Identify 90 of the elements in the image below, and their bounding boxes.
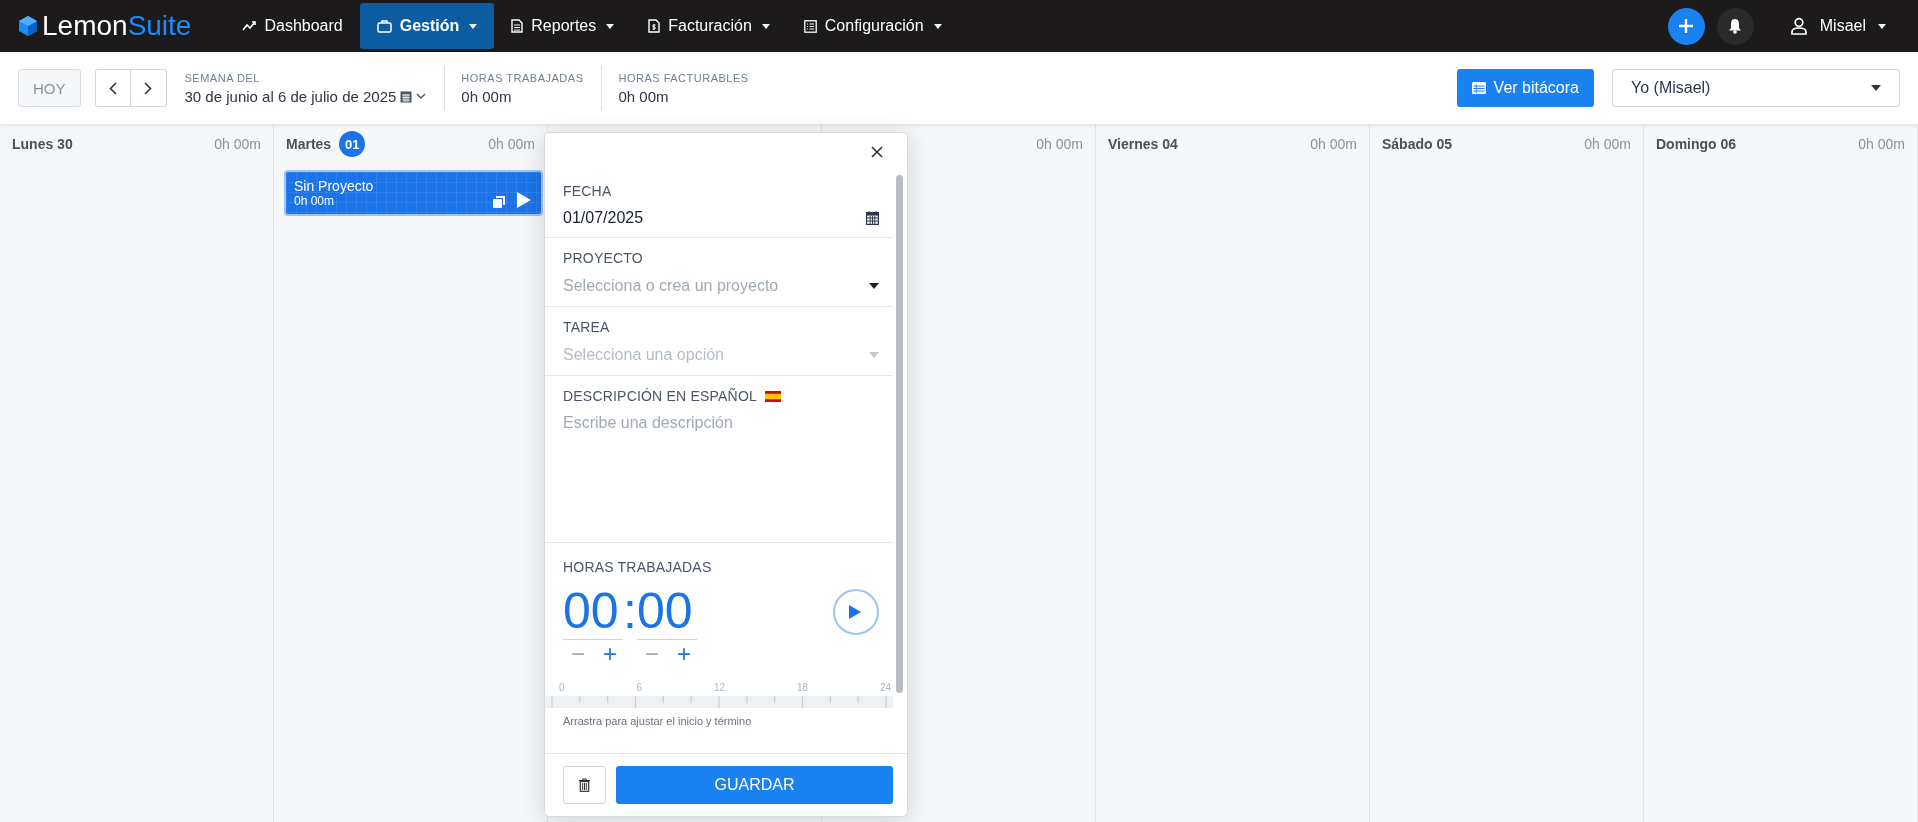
day-name: Sábado 05: [1382, 136, 1453, 152]
caret-icon: [606, 23, 615, 29]
week-picker[interactable]: 30 de junio al 6 de julio de 2025: [184, 87, 427, 105]
delete-button[interactable]: [563, 766, 606, 804]
select-field[interactable]: Selecciona o crea un proyecto: [563, 276, 893, 296]
calendar-icon: [400, 89, 413, 103]
day-total: 0h 00m: [1858, 136, 1905, 152]
chevron-down-icon: [416, 93, 427, 99]
next-week-button[interactable]: [130, 69, 167, 107]
day-name: Martes: [286, 136, 332, 152]
field-label: HORAS TRABAJADAS: [563, 559, 713, 575]
document-icon: [511, 19, 524, 33]
add-button[interactable]: [1667, 7, 1705, 45]
bell-icon: [1728, 18, 1743, 34]
chevron-left-icon: [108, 81, 117, 95]
timeline-tick-label: 18: [796, 682, 808, 693]
caret-icon: [933, 23, 942, 29]
trend-chart-icon: [242, 19, 257, 33]
trash-icon: [579, 778, 590, 792]
plus-icon: [1678, 18, 1695, 34]
day-total: 0h 00m: [1036, 136, 1083, 152]
minutes-value[interactable]: 00: [636, 583, 697, 640]
increment-button[interactable]: +: [599, 640, 622, 668]
time-separator: :: [623, 583, 637, 639]
day-total: 0h 00m: [1310, 136, 1357, 152]
field-label: DESCRIPCIÓN EN ESPAÑOL: [563, 388, 757, 404]
scrollbar[interactable]: [896, 175, 903, 693]
entry-title: Sin Proyecto: [294, 178, 375, 194]
stat-label: HORAS TRABAJADAS: [461, 71, 584, 84]
field-label: PROYECTO: [563, 250, 643, 266]
timeline-track-drawing[interactable]: [545, 696, 893, 708]
close-icon: [871, 146, 883, 158]
timeline-tick-label: 6: [636, 682, 642, 693]
copy-icon[interactable]: [493, 196, 505, 208]
stat-value: 0h 00m: [618, 87, 670, 105]
flag-icon: [764, 390, 781, 402]
user-menu[interactable]: Misael: [1783, 16, 1892, 36]
list-icon: [803, 19, 817, 33]
increment-button[interactable]: +: [672, 640, 695, 668]
date-field[interactable]: 01/07/2025: [563, 209, 893, 227]
invoice-icon: [648, 19, 661, 33]
notifications-button[interactable]: [1716, 7, 1754, 45]
caret-icon: [869, 283, 879, 289]
time-entry-card[interactable]: Sin Proyecto 0h 00m: [284, 170, 543, 216]
date-badge: 01: [339, 131, 366, 157]
chevron-right-icon: [144, 81, 152, 95]
decrement-button[interactable]: −: [640, 640, 663, 668]
today-button[interactable]: HOY: [18, 69, 81, 107]
timeline-hint: Arrastra para ajustar el inicio y término: [562, 715, 753, 727]
play-icon[interactable]: [517, 192, 531, 208]
caret-icon: [1878, 23, 1886, 29]
calendar-icon: [866, 211, 879, 225]
day-name: Domingo 06: [1656, 136, 1737, 152]
stat-value: 0h 00m: [461, 87, 513, 105]
timeline-tick-label: 0: [559, 682, 565, 693]
nav-menu-item[interactable]: Gestión: [359, 3, 495, 49]
logo-text-accent: Suite: [127, 10, 192, 42]
nav-menu-item[interactable]: Facturación: [631, 3, 787, 49]
caret-icon: [869, 352, 879, 358]
nav-menu-item[interactable]: Configuración: [786, 3, 959, 49]
hours-value[interactable]: 00: [563, 583, 623, 640]
entry-duration: 0h 00m: [294, 194, 336, 208]
timeline-tick-label: 24: [879, 682, 891, 693]
nav-menu-item[interactable]: Reportes: [494, 3, 632, 49]
field-label: TAREA: [563, 319, 610, 335]
timeline-tick-label: 12: [713, 682, 725, 693]
nav-menu-item[interactable]: Dashboard: [225, 3, 360, 49]
save-button[interactable]: GUARDAR: [616, 766, 893, 804]
stat-label: HORAS FACTURABLES: [618, 71, 749, 84]
previous-week-button[interactable]: [94, 69, 131, 107]
person-icon: [1789, 17, 1808, 35]
day-total: 0h 00m: [1584, 136, 1631, 152]
day-name: Viernes 04: [1108, 136, 1178, 152]
view-log-button[interactable]: Ver bitácora: [1456, 69, 1594, 107]
start-timer-button[interactable]: [833, 589, 879, 635]
person-select[interactable]: Yo (Misael): [1612, 69, 1900, 107]
day-total: 0h 00m: [214, 136, 261, 152]
week-label: SEMANA DEL: [184, 71, 261, 84]
decrement-button[interactable]: −: [567, 640, 589, 668]
caret-icon: [469, 23, 478, 29]
day-name: Lunes 30: [12, 136, 73, 152]
day-total: 0h 00m: [488, 136, 535, 152]
list-icon: [1471, 82, 1486, 94]
cube-logo-icon: [18, 15, 38, 37]
caret-icon: [1871, 85, 1881, 91]
logo-text: Lemon: [42, 10, 128, 42]
briefcase-icon: [376, 19, 392, 33]
caret-icon: [761, 23, 770, 29]
field-label: FECHA: [563, 183, 612, 199]
play-icon: [849, 605, 861, 619]
